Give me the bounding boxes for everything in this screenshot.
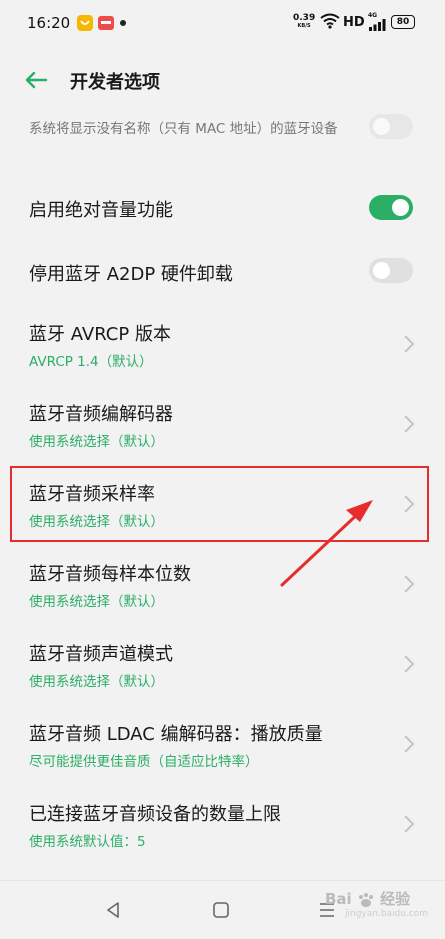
list-item-absolute-volume[interactable]: 启用绝对音量功能 bbox=[0, 170, 445, 244]
status-time: 16:20 bbox=[27, 14, 71, 32]
list-item-title: 蓝牙音频每样本位数 bbox=[29, 564, 191, 585]
list-item-title: 蓝牙音频编解码器 bbox=[29, 404, 173, 425]
list-item-avrcp-version[interactable]: 蓝牙 AVRCP 版本 AVRCP 1.4（默认） bbox=[0, 306, 445, 386]
toggle-knob bbox=[373, 262, 390, 279]
screen: 16:20 0.39 KB/S HD 4G 80 开发者选项 系统将显示没有名称… bbox=[0, 0, 445, 939]
store-notification-icon bbox=[98, 16, 114, 30]
chevron-right-icon bbox=[404, 575, 415, 593]
notification-dot-icon bbox=[120, 20, 126, 26]
list-item-subtitle: 使用系统选择（默认） bbox=[29, 674, 164, 690]
watermark-brand: Bai bbox=[325, 890, 352, 908]
chevron-right-icon bbox=[404, 815, 415, 833]
status-bar: 16:20 0.39 KB/S HD 4G 80 bbox=[0, 0, 445, 46]
battery-icon: 80 bbox=[391, 15, 415, 29]
toggle-a2dp-offload[interactable] bbox=[369, 258, 413, 283]
list-item-title: 蓝牙音频 LDAC 编解码器：播放质量 bbox=[29, 724, 323, 745]
network-type: 4G bbox=[368, 12, 378, 19]
highlight-box bbox=[10, 466, 429, 542]
paw-logo-icon bbox=[358, 892, 373, 907]
baidu-watermark: Bai 经验 jingyan.baidu.com bbox=[325, 888, 428, 919]
net-speed-value: 0.39 bbox=[293, 13, 316, 23]
list-item-title: 启用绝对音量功能 bbox=[29, 200, 173, 221]
chevron-right-icon bbox=[404, 415, 415, 433]
list-item-subtitle: 使用系统选择（默认） bbox=[29, 594, 164, 610]
watermark-suffix: 经验 bbox=[380, 890, 411, 908]
list-item-subtitle: 系统将显示没有名称（只有 MAC 地址）的蓝牙设备 bbox=[29, 121, 338, 137]
list-item-a2dp-offload[interactable]: 停用蓝牙 A2DP 硬件卸载 bbox=[0, 236, 445, 308]
toggle-absolute-volume[interactable] bbox=[369, 195, 413, 220]
wifi-icon bbox=[320, 13, 340, 29]
list-item-show-unnamed-devices[interactable]: 系统将显示没有名称（只有 MAC 地址）的蓝牙设备 bbox=[0, 114, 445, 168]
net-speed: 0.39 KB/S bbox=[293, 14, 315, 30]
list-item-subtitle: AVRCP 1.4（默认） bbox=[29, 354, 153, 370]
page-title: 开发者选项 bbox=[70, 72, 160, 93]
toggle-show-unnamed-devices[interactable] bbox=[369, 114, 413, 139]
net-speed-unit: KB/S bbox=[297, 23, 311, 29]
nav-home-icon[interactable] bbox=[212, 901, 230, 919]
app-header: 开发者选项 bbox=[0, 46, 445, 114]
list-item-max-devices[interactable]: 已连接蓝牙音频设备的数量上限 使用系统默认值：5 bbox=[0, 786, 445, 866]
chevron-right-icon bbox=[404, 335, 415, 353]
list-item-audio-codec[interactable]: 蓝牙音频编解码器 使用系统选择（默认） bbox=[0, 386, 445, 466]
list-item-channel-mode[interactable]: 蓝牙音频声道模式 使用系统选择（默认） bbox=[0, 626, 445, 706]
nav-back-icon[interactable] bbox=[104, 901, 122, 919]
chevron-right-icon bbox=[404, 655, 415, 673]
list-item-subtitle: 使用系统默认值：5 bbox=[29, 834, 146, 850]
list-item-subtitle: 使用系统选择（默认） bbox=[29, 434, 164, 450]
list-item-title: 蓝牙音频声道模式 bbox=[29, 644, 173, 665]
back-arrow-icon[interactable] bbox=[20, 64, 52, 96]
list-item-title: 已连接蓝牙音频设备的数量上限 bbox=[29, 804, 281, 825]
list-item-title: 蓝牙 AVRCP 版本 bbox=[29, 324, 171, 345]
toggle-knob bbox=[392, 199, 409, 216]
chevron-right-icon bbox=[404, 735, 415, 753]
list-item-title: 停用蓝牙 A2DP 硬件卸载 bbox=[29, 264, 233, 285]
list-item-ldac-quality[interactable]: 蓝牙音频 LDAC 编解码器：播放质量 尽可能提供更佳音质（自适应比特率） bbox=[0, 706, 445, 786]
list-item-bits-per-sample[interactable]: 蓝牙音频每样本位数 使用系统选择（默认） bbox=[0, 546, 445, 626]
watermark-domain: jingyan.baidu.com bbox=[345, 909, 429, 919]
signal-icon bbox=[369, 19, 386, 31]
toggle-knob bbox=[373, 118, 390, 135]
app-notification-icon bbox=[77, 15, 93, 31]
hd-label: HD bbox=[343, 15, 365, 30]
list-item-subtitle: 尽可能提供更佳音质（自适应比特率） bbox=[29, 754, 259, 770]
